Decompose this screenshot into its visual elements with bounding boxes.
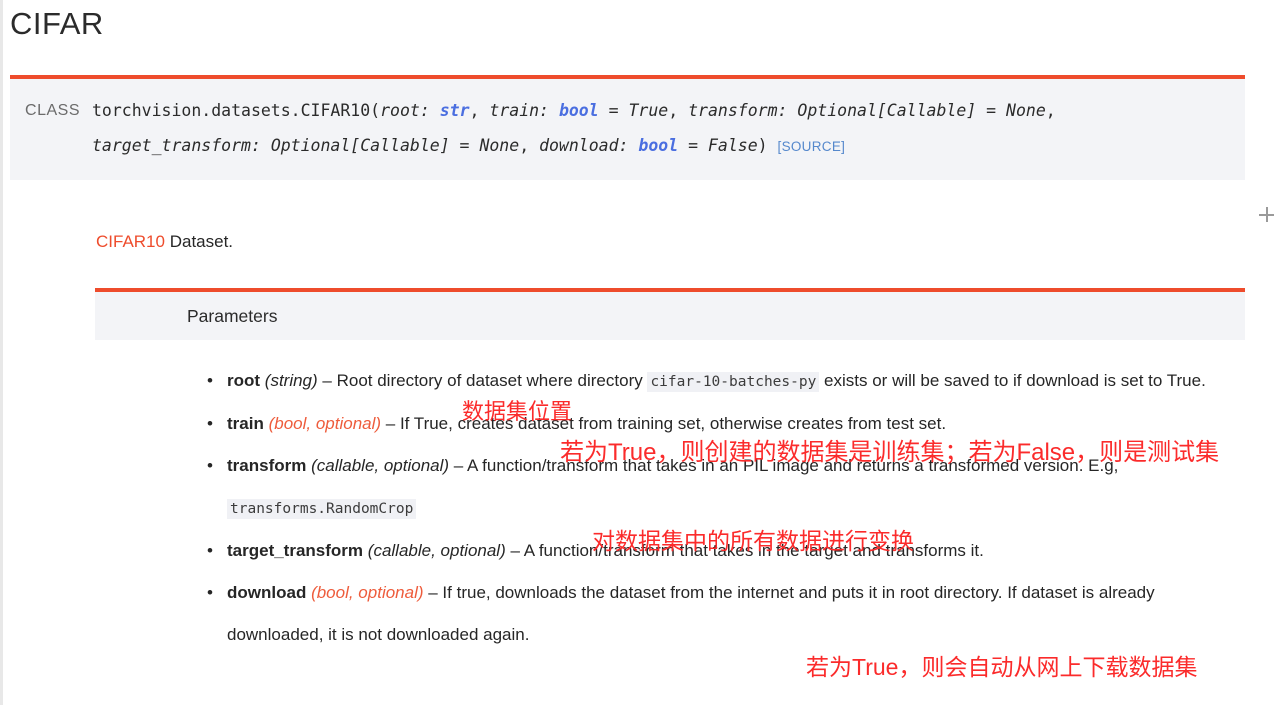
signature-token: ) <box>757 136 768 155</box>
signature-token: bool <box>558 101 599 120</box>
annotation-transform: 对数据集中的所有数据进行变换 <box>592 528 914 554</box>
annotation-train: 若为True，则创建的数据集是训练集；若为False，则是测试集 <box>560 439 1220 466</box>
bullet-icon: • <box>207 583 213 602</box>
signature-token: root: <box>380 101 440 120</box>
signature-token: bool <box>638 136 679 155</box>
signature-token: transform: <box>688 101 798 120</box>
parameter-name: root <box>227 371 261 390</box>
parameters-header-block: Parameters <box>95 288 1245 340</box>
signature-token: download: <box>539 136 639 155</box>
signature-token: Optional[Callable] <box>797 101 977 120</box>
signature-row: CLASS torchvision.datasets.CIFAR10(root:… <box>10 93 1245 164</box>
class-signature-block: CLASS torchvision.datasets.CIFAR10(root:… <box>10 75 1245 180</box>
parameter-name: target_transform <box>227 541 364 560</box>
parameter-inline-code: transforms.RandomCrop <box>227 499 417 519</box>
signature-token: , <box>469 101 490 120</box>
bullet-icon: • <box>207 456 213 475</box>
parameter-description-tail: exists or will be saved to if download i… <box>819 371 1206 390</box>
parameter-item: • root (string) – Root directory of datas… <box>205 360 1250 403</box>
page-title: CIFAR <box>10 6 104 41</box>
bullet-icon: • <box>207 414 213 433</box>
signature-token: = <box>976 101 1007 120</box>
parameter-type: (string) <box>264 371 318 390</box>
signature-token: None <box>1006 101 1046 120</box>
signature-token: = <box>678 136 708 155</box>
signature-qualname: torchvision.datasets.CIFAR10( <box>92 101 381 120</box>
signature-token: , <box>519 136 540 155</box>
signature-class-label: CLASS <box>25 102 80 119</box>
signature-token: True <box>628 101 669 120</box>
signature-token: = <box>449 136 480 155</box>
parameters-header-label: Parameters <box>187 306 278 326</box>
source-link[interactable]: [SOURCE] <box>778 139 846 154</box>
parameter-item: • download (bool, optional) – If true, do… <box>205 572 1250 656</box>
parameters-list: • root (string) – Root directory of datas… <box>205 360 1250 656</box>
bullet-icon: • <box>207 541 213 560</box>
signature-token: , <box>1045 101 1066 120</box>
signature-token: = <box>598 101 629 120</box>
parameter-description: – Root directory of dataset where direct… <box>317 371 648 390</box>
parameter-inline-code: cifar-10-batches-py <box>647 372 820 392</box>
dataset-caption: CIFAR10 Dataset. <box>96 229 233 255</box>
signature-token: Optional[Callable] <box>270 136 450 155</box>
page-left-border <box>0 0 3 705</box>
signature-token: False <box>707 136 758 155</box>
parameter-name: transform <box>227 456 307 475</box>
annotation-root: 数据集位置 <box>462 399 573 424</box>
parameter-type: (callable, optional) <box>311 456 450 475</box>
parameter-type: (bool, optional) <box>311 583 424 602</box>
parameter-type: (callable, optional) <box>367 541 506 560</box>
parameter-type: (bool, optional) <box>268 414 382 433</box>
plus-crosshair-cursor-icon <box>1259 207 1274 222</box>
cifar10-link[interactable]: CIFAR10 <box>96 232 165 251</box>
signature-token: train: <box>489 101 559 120</box>
signature-token: , <box>668 101 689 120</box>
parameter-name: download <box>227 583 307 602</box>
annotation-download: 若为True，则会自动从网上下载数据集 <box>806 654 1198 680</box>
signature-token: target_transform: <box>92 136 271 155</box>
bullet-icon: • <box>207 371 213 390</box>
parameter-name: train <box>227 414 264 433</box>
signature-code: torchvision.datasets.CIFAR10(root: str, … <box>92 93 1245 164</box>
caption-rest: Dataset. <box>164 232 234 251</box>
signature-token: str <box>439 101 470 120</box>
signature-token: None <box>479 136 520 155</box>
